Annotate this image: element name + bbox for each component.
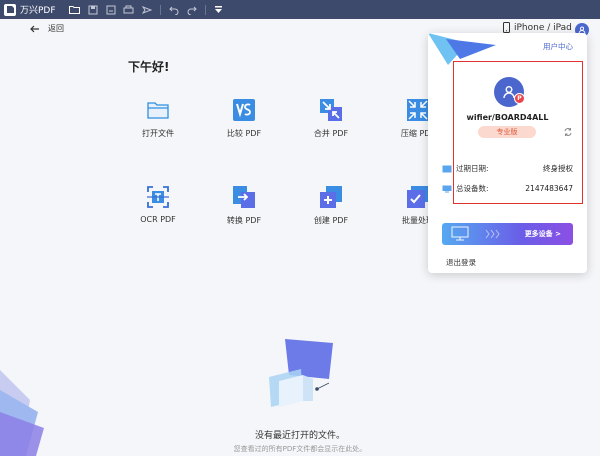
expiry-row: 过期日期: 终身授权 (442, 163, 573, 174)
calendar-icon (442, 165, 452, 172)
greeting: 下午好! (128, 60, 170, 74)
more-devices-button[interactable]: 更多设备 > (442, 223, 573, 245)
user-center-link[interactable]: 用户中心 (543, 41, 573, 52)
empty-state-illustration (265, 337, 345, 409)
pro-badge-icon: P (514, 93, 525, 104)
customize-toolbar-icon[interactable] (210, 0, 228, 19)
tool-label: 比较 PDF (226, 129, 262, 138)
more-devices-label: 更多设备 > (524, 230, 561, 238)
expiry-label: 过期日期: (456, 164, 489, 173)
tool-label: OCR PDF (140, 215, 176, 224)
logout-link[interactable]: 退出登录 (446, 257, 476, 268)
device-label: iPhone / iPad (514, 22, 572, 33)
ocr-icon (146, 185, 170, 209)
convert-icon (232, 185, 256, 209)
tool-label: 转换 PDF (226, 216, 262, 225)
app-logo-icon (4, 3, 16, 16)
tool-merge-pdf[interactable]: 合并 PDF (296, 98, 366, 139)
tool-label: 创建 PDF (313, 216, 349, 225)
app-title: 万兴PDF (20, 6, 56, 16)
tool-open-file[interactable]: 打开文件 (123, 98, 193, 139)
share-icon[interactable] (138, 0, 156, 19)
tool-label: 合并 PDF (313, 129, 349, 138)
devices-row: 总设备数: 2147483647 (442, 183, 573, 194)
toolbar-divider (204, 4, 206, 15)
merge-icon (319, 98, 343, 122)
devices-illustration-icon (451, 226, 500, 241)
edition-badge: 专业版 (478, 126, 536, 138)
devices-value: 2147483647 (525, 184, 573, 193)
folder-icon (146, 98, 170, 122)
title-bar: 万兴PDF (0, 0, 600, 19)
empty-state-subtitle: 您查看过的所有PDF文件都会显示在此处。 (233, 445, 367, 453)
empty-state-title: 没有最近打开的文件。 (254, 431, 345, 441)
tool-convert-pdf[interactable]: 转换 PDF (209, 185, 279, 226)
redo-icon[interactable] (183, 0, 201, 19)
print-icon[interactable] (120, 0, 138, 19)
back-label: 返回 (48, 24, 64, 33)
username: wifier/BOARD4ALL (466, 113, 549, 122)
undo-icon[interactable] (165, 0, 183, 19)
compare-icon (232, 98, 256, 122)
compress-icon (406, 98, 430, 122)
tool-compare-pdf[interactable]: 比较 PDF (209, 98, 279, 139)
refresh-icon[interactable] (563, 127, 573, 140)
device-button[interactable]: iPhone / iPad (503, 22, 572, 33)
corner-decoration (0, 360, 50, 456)
tool-ocr-pdf[interactable]: OCR PDF (123, 185, 193, 224)
toolbar-divider (159, 4, 161, 15)
save-icon[interactable] (84, 0, 102, 19)
open-folder-icon[interactable] (66, 0, 84, 19)
user-popup: 用户中心 P wifier/BOARD4ALL 专业版 过期日期: 终身授权 总… (428, 33, 587, 273)
save-as-icon[interactable] (102, 0, 120, 19)
arrow-left-icon (30, 25, 39, 32)
monitor-icon (442, 185, 452, 192)
create-icon (319, 185, 343, 209)
phone-icon (503, 22, 510, 33)
batch-icon (406, 185, 430, 209)
tool-label: 打开文件 (142, 129, 174, 138)
tool-create-pdf[interactable]: 创建 PDF (296, 185, 366, 226)
back-button[interactable]: 返回 (30, 23, 64, 34)
devices-label: 总设备数: (456, 184, 489, 193)
expiry-value: 终身授权 (543, 164, 573, 173)
